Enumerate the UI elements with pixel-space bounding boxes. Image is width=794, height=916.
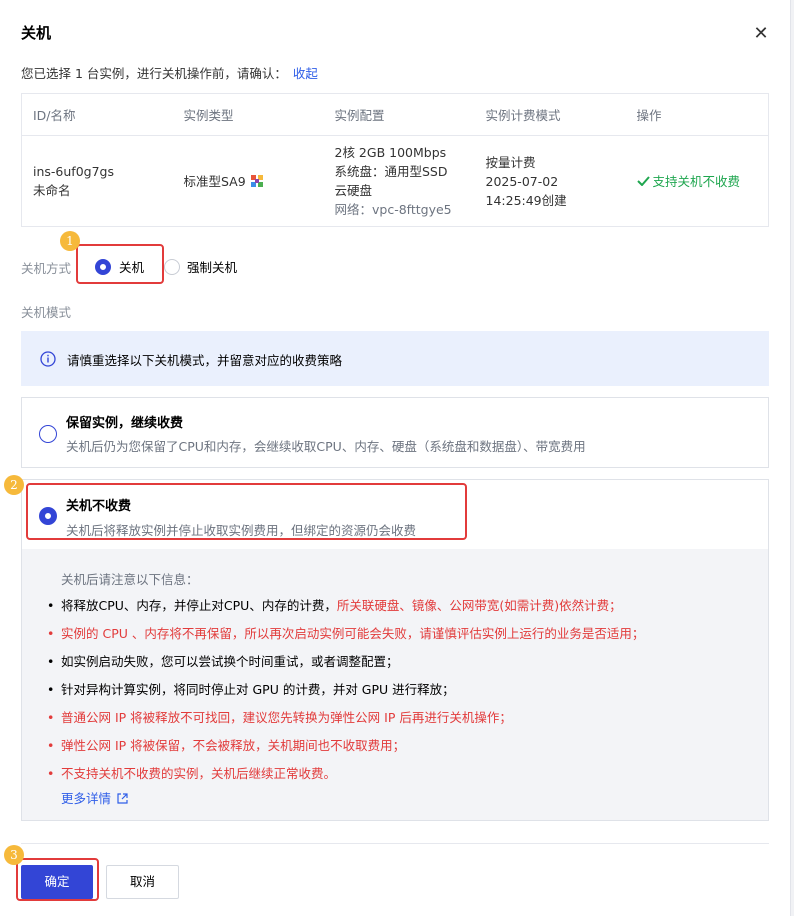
col-header-id: ID/名称 [21,93,173,136]
notes-panel: 关机后请注意以下信息： 将释放CPU、内存，并停止对CPU、内存的计费，所关联硬… [21,549,769,821]
callout-3: 3 [4,845,24,865]
method-option-force[interactable]: 强制关机 [164,257,237,276]
col-header-action: 操作 [625,93,769,136]
support-status-text: 支持关机不收费 [652,173,741,189]
scrollbar-track[interactable] [790,0,794,916]
list-item: 实例的 CPU 、内存将不再保留，所以再次启动实例可能会失败，请谨慎评估实例上运… [47,625,644,653]
billing-date: 2025-07-02 [485,173,559,189]
info-text: 请慎重选择以下关机模式，并留意对应的收费策略 [67,353,343,368]
note-1-red: 所关联硬盘、镜像、公网带宽(如需计费)依然计费； [336,598,622,613]
mode-card-keep[interactable]: 保留实例，继续收费 关机后仍为您保留了CPU和内存，会继续收取CPU、内存、硬盘… [21,397,769,468]
collapse-link[interactable]: 收起 [293,66,318,81]
note-1-text: 将释放CPU、内存，并停止对CPU、内存的计费， [61,598,337,613]
shutdown-dialog: 关机 ✕ 您已选择 1 台实例，进行关机操作前，请确认： 收起 ID/名称 实例类… [0,0,794,916]
cell-id: ins-6uf0g7gs 未命名 [22,136,173,227]
billing-mode: 按量计费 [485,154,536,170]
intro-text: 您已选择 1 台实例，进行关机操作前，请确认： 收起 [21,63,318,82]
config-disk: 系统盘：通用型SSD [334,164,448,179]
list-item: 弹性公网 IP 将被保留，不会被释放，关机期间也不收取费用； [47,737,644,765]
more-details-label: 更多详情 [61,791,112,806]
list-item: 普通公网 IP 将被释放不可找回，建议您先转换为弹性公网 IP 后再进行关机操作… [47,709,644,737]
list-item: 不支持关机不收费的实例，关机后继续正常收费。 [47,765,644,793]
cell-type: 标准型SA9 [173,136,324,227]
config-network: 网络：vpc-8fttgye5 [334,202,452,217]
notes-list: 将释放CPU、内存，并停止对CPU、内存的计费，所关联硬盘、镜像、公网带宽(如需… [47,597,644,793]
more-details-link[interactable]: 更多详情 [61,788,128,807]
radio-force-shutdown[interactable] [164,259,180,275]
cell-action: 支持关机不收费 [626,136,769,227]
config-disk-type: 云硬盘 [334,183,373,198]
close-icon[interactable]: ✕ [751,24,771,44]
shutdown-mode-label: 关机模式 [21,305,72,320]
table-header-row: ID/名称 实例类型 实例配置 实例计费模式 操作 [21,93,769,136]
mode-keep-desc: 关机后仍为您保留了CPU和内存，会继续收取CPU、内存、硬盘（系统盘和数据盘）、… [66,439,586,454]
footer-divider [21,843,769,844]
cancel-button[interactable]: 取消 [106,865,179,899]
callout-2: 2 [4,475,24,495]
method-option-force-label: 强制关机 [186,260,237,275]
col-header-billing: 实例计费模式 [474,93,626,136]
radio-keep-instance[interactable] [39,425,57,443]
callout-1: 1 [60,231,80,251]
table-row: ins-6uf0g7gs 未命名 标准型SA9 2核 2GB 100Mbps 系… [22,136,769,227]
notes-heading: 关机后请注意以下信息： [61,572,199,587]
cell-billing: 按量计费 2025-07-02 14:25:49创建 [475,136,626,227]
info-icon [40,351,56,367]
mode-keep-title: 保留实例，继续收费 [66,416,184,431]
list-item: 将释放CPU、内存，并停止对CPU、内存的计费，所关联硬盘、镜像、公网带宽(如需… [47,597,644,625]
col-header-config: 实例配置 [323,93,475,136]
list-item: 如实例启动失败，您可以尝试换个时间重试，或者调整配置； [47,653,644,681]
list-item: 针对异构计算实例，将同时停止对 GPU 的计费，并对 GPU 进行释放； [47,681,644,709]
shutdown-method-label: 关机方式 [21,261,72,276]
external-link-icon [117,793,128,804]
sa9-chip-icon [250,174,263,187]
billing-time: 14:25:49创建 [485,192,567,208]
highlight-box-2 [26,483,467,540]
config-spec: 2核 2GB 100Mbps [334,145,447,160]
support-status: 支持关机不收费 [636,173,741,189]
col-header-type: 实例类型 [172,93,324,136]
highlight-box-3 [16,858,99,901]
check-icon [636,175,650,186]
cell-config: 2核 2GB 100Mbps 系统盘：通用型SSD 云硬盘 网络：vpc-8ft… [324,136,475,227]
intro-label: 您已选择 1 台实例，进行关机操作前，请确认： [21,66,287,81]
highlight-box-1 [76,244,164,284]
instance-name: 未命名 [33,183,71,198]
instance-type: 标准型SA9 [183,173,246,189]
instance-table: ID/名称 实例类型 实例配置 实例计费模式 操作 ins-6uf0g7gs 未… [21,93,769,227]
info-banner: 请慎重选择以下关机模式，并留意对应的收费策略 [21,331,769,386]
dialog-title: 关机 [21,24,52,42]
instance-id: ins-6uf0g7gs [33,164,114,179]
